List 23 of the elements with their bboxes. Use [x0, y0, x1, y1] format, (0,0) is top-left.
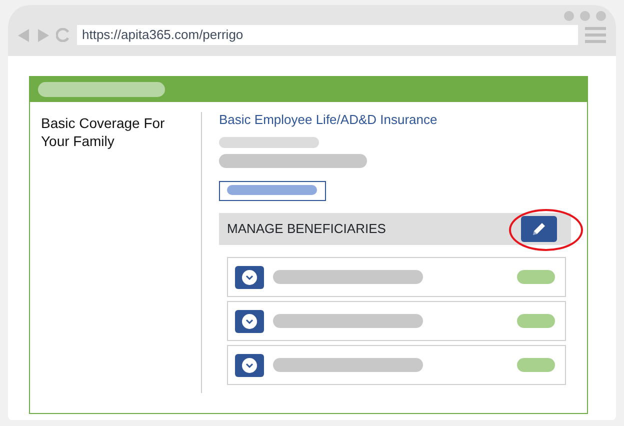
reload-icon[interactable] [56, 28, 70, 42]
pencil-icon [531, 221, 547, 237]
window-dot[interactable] [580, 11, 590, 21]
menu-icon[interactable] [585, 27, 606, 43]
plan-title: Basic Employee Life/AD&D Insurance [219, 111, 438, 129]
expand-button[interactable] [235, 310, 264, 332]
edit-button[interactable] [521, 216, 557, 242]
window-dot[interactable] [596, 11, 606, 21]
coverage-title: Basic Coverage For Your Family [41, 114, 166, 150]
window-dot[interactable] [564, 11, 574, 21]
address-field[interactable]: https://apita365.com/perrigo [77, 25, 578, 45]
expand-button[interactable] [235, 354, 264, 376]
expand-button[interactable] [235, 266, 264, 288]
forward-icon[interactable] [37, 28, 49, 42]
placeholder-field[interactable] [219, 181, 326, 201]
chevron-down-icon [242, 358, 257, 372]
chevron-down-icon [242, 314, 257, 328]
status-pill [517, 358, 555, 372]
chevron-down-icon [242, 270, 257, 284]
status-pill [517, 314, 555, 328]
back-icon[interactable] [18, 28, 30, 42]
section-label: MANAGE BENEFICIARIES [227, 220, 386, 238]
status-pill [517, 270, 555, 284]
